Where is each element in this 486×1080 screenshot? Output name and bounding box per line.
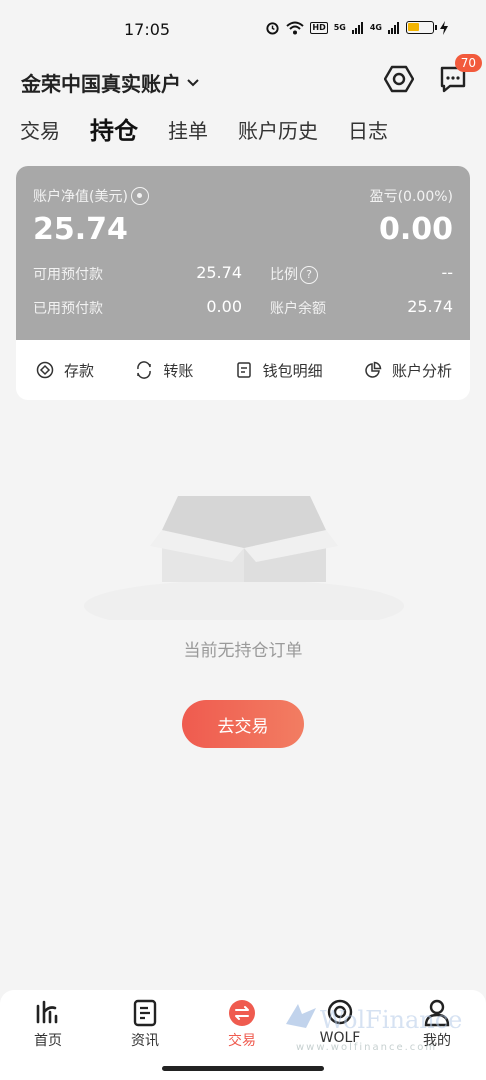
- deposit-button[interactable]: 存款: [36, 360, 94, 381]
- trade-icon: [229, 1000, 255, 1026]
- balance-value: 25.74: [407, 297, 453, 316]
- account-actions: 存款 转账 钱包明细 账户分析: [16, 340, 470, 400]
- wallet-detail-label: 钱包明细: [262, 361, 323, 380]
- wolf-logo-icon: [286, 1004, 316, 1028]
- available-margin-label: 可用预付款: [33, 267, 103, 283]
- account-selector[interactable]: 金荣中国真实账户: [21, 68, 201, 97]
- chevron-down-icon: [187, 78, 199, 86]
- nav-home[interactable]: 首页: [18, 998, 78, 1050]
- tab-log[interactable]: 日志: [348, 116, 388, 146]
- watermark: WolFinance www.wolfinance.com: [284, 996, 474, 1056]
- status-bar: 17:05 HD 5G 4G: [0, 0, 486, 56]
- equity-value: 25.74: [33, 212, 128, 247]
- status-time: 17:05: [124, 20, 171, 39]
- deposit-icon: [36, 361, 54, 379]
- nav-trade[interactable]: 交易: [212, 998, 272, 1050]
- nav-news[interactable]: 资讯: [115, 998, 175, 1050]
- signal-5g-icon: 5G: [333, 23, 346, 32]
- position-tabs: 交易 持仓 挂单 账户历史 日志: [20, 116, 418, 146]
- nav-trade-label: 交易: [228, 1033, 256, 1049]
- used-margin-label: 已用预付款: [33, 301, 103, 317]
- equity-label-text: 账户净值(美元): [33, 189, 128, 205]
- nav-news-label: 资讯: [131, 1033, 159, 1049]
- transfer-icon: [137, 361, 152, 379]
- home-logo-icon: [36, 1000, 58, 1024]
- tab-account-history[interactable]: 账户历史: [238, 116, 318, 146]
- ratio-label: 比例?: [270, 264, 318, 284]
- watermark-url: www.wolfinance.com: [296, 1042, 438, 1053]
- hd-icon: HD: [310, 21, 328, 34]
- news-icon: [133, 999, 157, 1027]
- watermark-brand: WolFinance: [320, 1006, 463, 1034]
- tab-pending-orders[interactable]: 挂单: [168, 116, 208, 146]
- wallet-detail-button[interactable]: 钱包明细: [235, 360, 323, 381]
- ratio-value: --: [441, 263, 453, 282]
- account-analysis-button[interactable]: 账户分析: [364, 360, 452, 381]
- pnl-value: 0.00: [378, 212, 453, 247]
- account-summary-card: 账户净值(美元) 盈亏(0.00%) 25.74 0.00 可用预付款 25.7…: [16, 166, 470, 400]
- pie-chart-icon: [365, 361, 382, 378]
- status-icons: HD 5G 4G: [265, 20, 448, 35]
- message-badge: 70: [454, 54, 482, 72]
- nav-home-label: 首页: [34, 1033, 62, 1049]
- balance-label: 账户余额: [270, 301, 326, 317]
- pnl-label: 盈亏(0.00%): [369, 189, 453, 205]
- go-trade-button[interactable]: 去交易: [182, 700, 304, 748]
- used-margin-value: 0.00: [206, 297, 242, 316]
- equity-label: 账户净值(美元): [33, 186, 149, 206]
- ratio-label-text: 比例: [270, 267, 298, 283]
- signal-4g-icon: 4G: [369, 23, 382, 32]
- eye-icon[interactable]: [130, 187, 149, 205]
- signal-bars-2-icon: [388, 21, 399, 34]
- wifi-icon: [286, 21, 305, 34]
- charging-icon: [440, 20, 448, 35]
- transfer-label: 转账: [163, 361, 194, 380]
- transfer-button[interactable]: 转账: [135, 360, 193, 381]
- account-stats: 账户净值(美元) 盈亏(0.00%) 25.74 0.00 可用预付款 25.7…: [16, 166, 470, 340]
- battery-icon: [406, 21, 437, 34]
- account-analysis-label: 账户分析: [391, 361, 452, 380]
- deposit-label: 存款: [64, 361, 95, 380]
- available-margin-value: 25.74: [196, 263, 242, 282]
- alarm-icon: [266, 22, 279, 35]
- help-icon[interactable]: ?: [300, 266, 318, 284]
- empty-state-text: 当前无持仓订单: [183, 641, 303, 661]
- gear-hex-icon: [384, 65, 414, 93]
- app-header: 金荣中国真实账户 70: [0, 54, 486, 104]
- account-title: 金荣中国真实账户: [21, 72, 181, 96]
- signal-bars-icon: [351, 21, 363, 34]
- empty-box-illustration: [84, 496, 404, 620]
- tab-positions[interactable]: 持仓: [90, 116, 138, 146]
- messages-button[interactable]: 70: [436, 54, 482, 96]
- settings-button[interactable]: [382, 62, 416, 96]
- wallet-detail-icon: [236, 362, 251, 378]
- home-indicator[interactable]: [162, 1066, 324, 1071]
- tab-trade[interactable]: 交易: [20, 116, 60, 146]
